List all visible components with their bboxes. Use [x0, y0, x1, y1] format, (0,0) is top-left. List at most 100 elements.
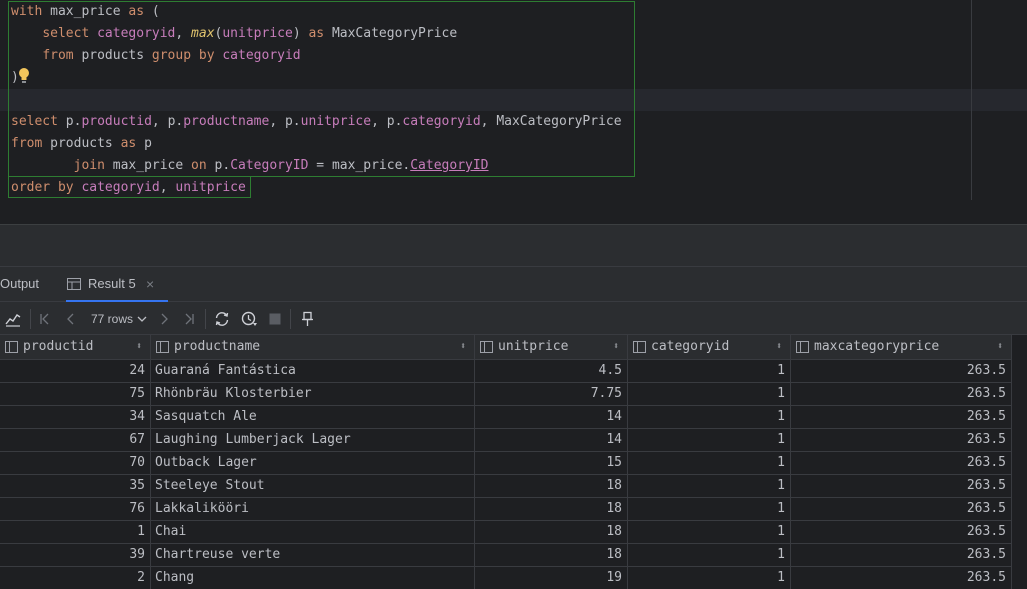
cell-productname[interactable]: Lakkalikööri	[151, 498, 475, 521]
table-row[interactable]: 39 Chartreuse verte 18 1 263.5	[0, 544, 1012, 567]
cell-productname[interactable]: Laughing Lumberjack Lager	[151, 429, 475, 452]
cell-productname[interactable]: Rhönbräu Klosterbier	[151, 383, 475, 406]
cell-maxcategoryprice[interactable]: 263.5	[791, 452, 1012, 475]
chevron-down-icon[interactable]	[137, 310, 147, 328]
table-row[interactable]: 2 Chang 19 1 263.5	[0, 567, 1012, 589]
cell-unitprice[interactable]: 19	[475, 567, 628, 589]
cell-unitprice[interactable]: 14	[475, 429, 628, 452]
code-line-3[interactable]: from products group by categoryid	[11, 45, 300, 67]
cell-productname[interactable]: Sasquatch Ale	[151, 406, 475, 429]
cell-maxcategoryprice[interactable]: 263.5	[791, 498, 1012, 521]
cell-categoryid[interactable]: 1	[628, 544, 791, 567]
cell-productid[interactable]: 24	[0, 360, 151, 383]
table-icon	[67, 278, 81, 290]
stop-icon[interactable]	[266, 310, 284, 328]
table-row[interactable]: 75 Rhönbräu Klosterbier 7.75 1 263.5	[0, 383, 1012, 406]
cell-maxcategoryprice[interactable]: 263.5	[791, 406, 1012, 429]
cell-categoryid[interactable]: 1	[628, 452, 791, 475]
lightbulb-icon[interactable]	[17, 67, 31, 85]
sort-icon[interactable]: ⬍	[136, 335, 142, 359]
token-column-link[interactable]: CategoryID	[410, 158, 488, 173]
sort-icon[interactable]: ⬍	[613, 335, 619, 359]
sort-icon[interactable]: ⬍	[997, 335, 1003, 359]
table-row[interactable]: 35 Steeleye Stout 18 1 263.5	[0, 475, 1012, 498]
token-select: select	[11, 114, 58, 129]
column-header-unitprice[interactable]: unitprice ⬍	[475, 335, 628, 360]
sort-icon[interactable]: ⬍	[776, 335, 782, 359]
cell-productname[interactable]: Chartreuse verte	[151, 544, 475, 567]
grid-empty-area	[1012, 335, 1027, 589]
column-header-productid[interactable]: productid ⬍	[0, 335, 151, 360]
cell-maxcategoryprice[interactable]: 263.5	[791, 475, 1012, 498]
code-line-7[interactable]: from products as p	[11, 133, 152, 155]
cell-maxcategoryprice[interactable]: 263.5	[791, 521, 1012, 544]
cell-categoryid[interactable]: 1	[628, 383, 791, 406]
code-line-9[interactable]: order by categoryid, unitprice	[11, 177, 246, 199]
sql-editor[interactable]: with max_price as ( select categoryid, m…	[0, 0, 1027, 224]
cell-productname[interactable]: Chai	[151, 521, 475, 544]
table-row[interactable]: 76 Lakkalikööri 18 1 263.5	[0, 498, 1012, 521]
cell-productid[interactable]: 2	[0, 567, 151, 589]
column-header-categoryid[interactable]: categoryid ⬍	[628, 335, 791, 360]
cell-categoryid[interactable]: 1	[628, 429, 791, 452]
tab-result-5[interactable]: Result 5 ×	[66, 267, 168, 302]
sort-icon[interactable]: ⬍	[460, 335, 466, 359]
column-header-productname[interactable]: productname ⬍	[151, 335, 475, 360]
table-row[interactable]: 1 Chai 18 1 263.5	[0, 521, 1012, 544]
close-icon[interactable]: ×	[146, 267, 154, 301]
cell-productname[interactable]: Guaraná Fantástica	[151, 360, 475, 383]
cell-maxcategoryprice[interactable]: 263.5	[791, 429, 1012, 452]
cell-unitprice[interactable]: 4.5	[475, 360, 628, 383]
tab-output[interactable]: Output	[0, 267, 39, 302]
refresh-icon[interactable]	[213, 310, 231, 328]
cell-maxcategoryprice[interactable]: 263.5	[791, 383, 1012, 406]
cell-unitprice[interactable]: 7.75	[475, 383, 628, 406]
cell-productid[interactable]: 70	[0, 452, 151, 475]
next-page-icon[interactable]	[155, 310, 173, 328]
cell-productname[interactable]: Chang	[151, 567, 475, 589]
cell-categoryid[interactable]: 1	[628, 521, 791, 544]
cell-productid[interactable]: 1	[0, 521, 151, 544]
chart-icon[interactable]	[4, 310, 22, 328]
cell-productid[interactable]: 67	[0, 429, 151, 452]
table-row[interactable]: 24 Guaraná Fantástica 4.5 1 263.5	[0, 360, 1012, 383]
cell-unitprice[interactable]: 18	[475, 521, 628, 544]
cell-categoryid[interactable]: 1	[628, 475, 791, 498]
clock-icon[interactable]	[240, 310, 258, 328]
results-grid[interactable]: productid ⬍ productname ⬍ unitprice ⬍ category…	[0, 335, 1027, 589]
pin-icon[interactable]	[299, 310, 317, 328]
cell-productid[interactable]: 76	[0, 498, 151, 521]
code-line-2[interactable]: select categoryid, max(unitprice) as Max…	[11, 23, 457, 45]
cell-categoryid[interactable]: 1	[628, 567, 791, 589]
previous-page-icon[interactable]	[62, 310, 80, 328]
cell-maxcategoryprice[interactable]: 263.5	[791, 360, 1012, 383]
cell-productid[interactable]: 75	[0, 383, 151, 406]
cell-unitprice[interactable]: 18	[475, 475, 628, 498]
cell-productid[interactable]: 34	[0, 406, 151, 429]
row-count-selector[interactable]: 77 rows	[91, 310, 133, 328]
cell-maxcategoryprice[interactable]: 263.5	[791, 544, 1012, 567]
cell-productid[interactable]: 35	[0, 475, 151, 498]
panel-divider[interactable]	[0, 224, 1027, 266]
column-header-maxcategoryprice[interactable]: maxcategoryprice ⬍	[791, 335, 1012, 360]
table-row[interactable]: 70 Outback Lager 15 1 263.5	[0, 452, 1012, 475]
first-page-icon[interactable]	[36, 310, 54, 328]
cell-categoryid[interactable]: 1	[628, 360, 791, 383]
table-row[interactable]: 34 Sasquatch Ale 14 1 263.5	[0, 406, 1012, 429]
cell-productname[interactable]: Steeleye Stout	[151, 475, 475, 498]
cell-categoryid[interactable]: 1	[628, 498, 791, 521]
cell-maxcategoryprice[interactable]: 263.5	[791, 567, 1012, 589]
code-line-1[interactable]: with max_price as (	[11, 1, 160, 23]
table-row[interactable]: 67 Laughing Lumberjack Lager 14 1 263.5	[0, 429, 1012, 452]
token-alias: p	[386, 114, 395, 129]
cell-productname[interactable]: Outback Lager	[151, 452, 475, 475]
last-page-icon[interactable]	[180, 310, 198, 328]
cell-unitprice[interactable]: 15	[475, 452, 628, 475]
cell-unitprice[interactable]: 18	[475, 544, 628, 567]
cell-unitprice[interactable]: 18	[475, 498, 628, 521]
cell-unitprice[interactable]: 14	[475, 406, 628, 429]
cell-categoryid[interactable]: 1	[628, 406, 791, 429]
code-line-6[interactable]: select p.productid, p.productname, p.uni…	[11, 111, 622, 133]
code-line-8[interactable]: join max_price on p.CategoryID = max_pri…	[11, 155, 489, 177]
cell-productid[interactable]: 39	[0, 544, 151, 567]
